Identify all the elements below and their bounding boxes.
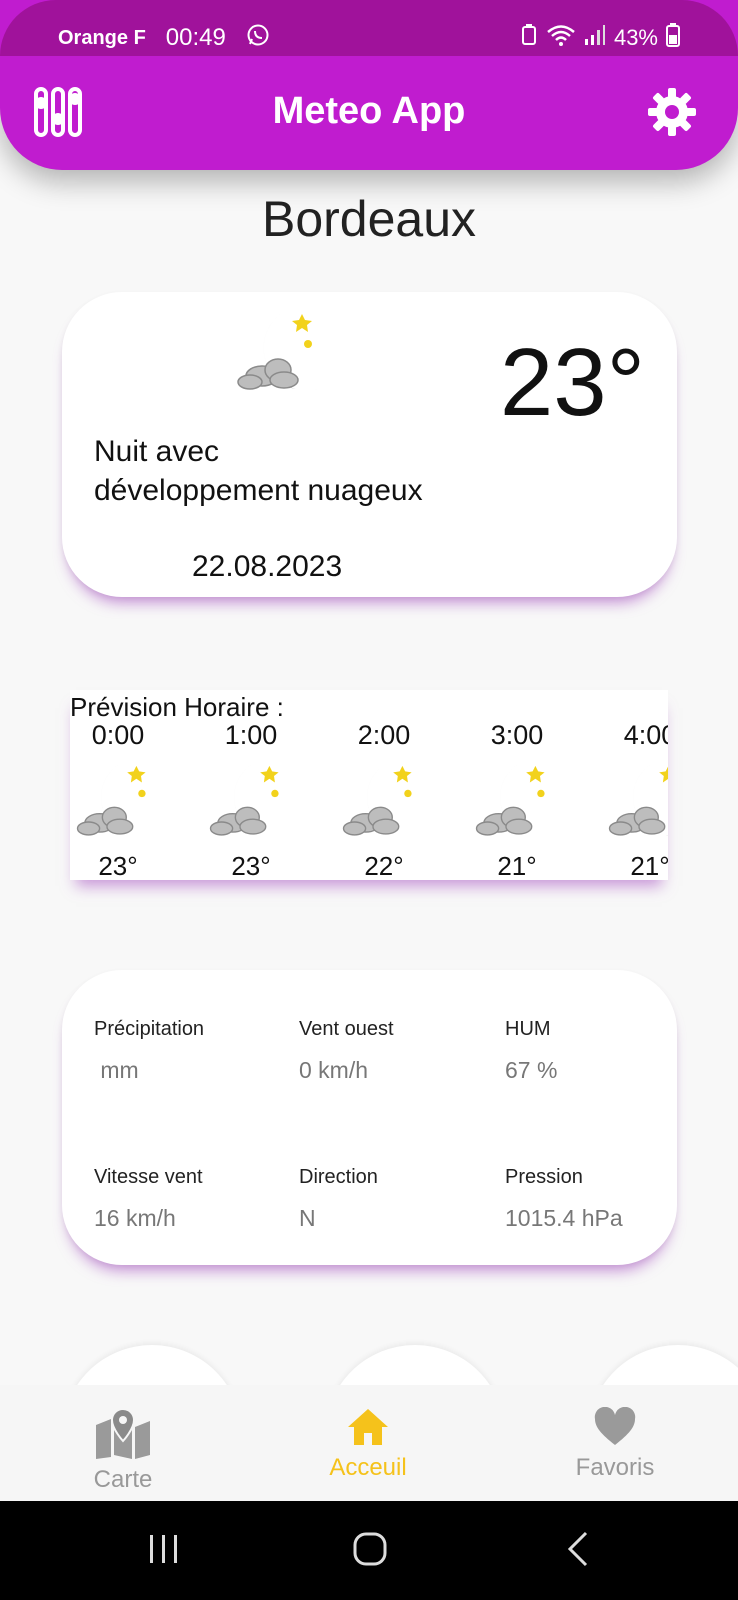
hour-item: 1:00 23° [196,720,306,880]
nav-carte[interactable]: Carte [48,1407,198,1494]
description-line-1: Nuit avec [94,435,220,468]
heart-icon [593,1406,637,1451]
current-date: 22.08.2023 [192,550,343,583]
detail-label: Vitesse vent [94,1166,203,1188]
detail-precipitation: Précipitation mm [94,1018,294,1084]
detail-pressure: Pression 1015.4 hPa [505,1166,705,1232]
detail-wind-speed: Vitesse vent 16 km/h [94,1166,294,1232]
detail-label: Pression [505,1166,583,1188]
hour-temperature: 23° [231,851,271,880]
status-time: 00:49 [165,24,226,51]
detail-value: 67 % [505,1057,558,1083]
app-title: Meteo App [272,90,466,132]
home-circle-icon [352,1531,388,1572]
recent-apps-button[interactable] [134,1531,194,1571]
hour-time: 4:00 [623,720,668,750]
whatsapp-icon [246,23,270,53]
bottom-navigation: Carte Acceuil Favoris [0,1385,738,1501]
wifi-icon [546,23,576,53]
moon-cloud-icon [72,753,164,850]
hour-temperature: 21° [630,851,668,880]
map-pin-icon [93,1407,153,1463]
system-navigation-bar [0,1501,738,1600]
hour-temperature: 23° [98,851,138,880]
detail-label: Précipitation [94,1018,205,1040]
status-bar: Orange F 00:49 43% [0,0,738,56]
hourly-forecast-label: Prévision Horaire : [70,692,284,722]
current-weather-card: 23° Nuit avec développement nuageux 22.0… [62,292,677,597]
detail-value: N [299,1205,316,1231]
nav-label: Acceuil [329,1454,407,1481]
settings-button[interactable] [642,84,702,144]
nav-label: Carte [93,1466,153,1493]
app-bar: Orange F 00:49 43% Meteo App [0,0,738,170]
moon-cloud-icon [471,753,563,850]
home-icon [346,1409,390,1451]
chevron-left-icon [566,1531,590,1572]
detail-value: 1015.4 hPa [505,1205,623,1231]
nav-label: Favoris [575,1454,655,1481]
hour-time: 0:00 [91,720,145,750]
weather-description: Nuit avec développement nuageux [94,432,514,510]
back-button[interactable] [548,1531,608,1571]
hour-item: 2:00 22° [329,720,439,880]
detail-label: Direction [299,1166,378,1188]
moon-cloud-icon [338,753,430,850]
detail-value: mm [94,1057,139,1083]
hour-temperature: 21° [497,851,537,880]
home-button[interactable] [340,1531,400,1571]
city-name: Bordeaux [261,191,477,247]
battery-percent: 43% [613,25,658,50]
hour-item: 4:00 21° [595,720,668,880]
hour-time: 3:00 [490,720,544,750]
detail-label: HUM [505,1018,551,1040]
hourly-forecast[interactable]: Prévision Horaire : 0:00 23° 1:00 23° 2:… [70,690,668,880]
current-temperature: 23° [499,329,645,436]
battery-saver-icon [520,24,538,52]
nav-acceuil[interactable]: Acceuil [293,1407,443,1482]
detail-value: 0 km/h [299,1057,369,1083]
detail-humidity: HUM 67 % [505,1018,705,1084]
detail-label: Vent ouest [299,1018,394,1040]
gear-icon [647,87,697,142]
detail-wind-west: Vent ouest 0 km/h [299,1018,499,1084]
hour-temperature: 22° [364,851,404,880]
signal-icon [584,24,606,52]
hour-item: 0:00 23° [70,720,173,880]
nav-favoris[interactable]: Favoris [540,1406,690,1482]
hour-item: 3:00 21° [462,720,572,880]
moon-cloud-icon [205,753,297,850]
detail-direction: Direction N [299,1166,499,1232]
moon-cloud-icon [232,300,332,405]
battery-icon [666,23,680,53]
weather-details-card: Précipitation mm Vent ouest 0 km/h HUM 6… [62,970,677,1265]
hour-time: 2:00 [357,720,411,750]
hour-time: 1:00 [224,720,278,750]
recent-apps-icon [147,1533,181,1570]
carrier-name: Orange F [58,26,146,49]
description-line-2: développement nuageux [94,474,423,507]
detail-value: 16 km/h [94,1205,176,1231]
moon-cloud-icon [604,753,668,850]
